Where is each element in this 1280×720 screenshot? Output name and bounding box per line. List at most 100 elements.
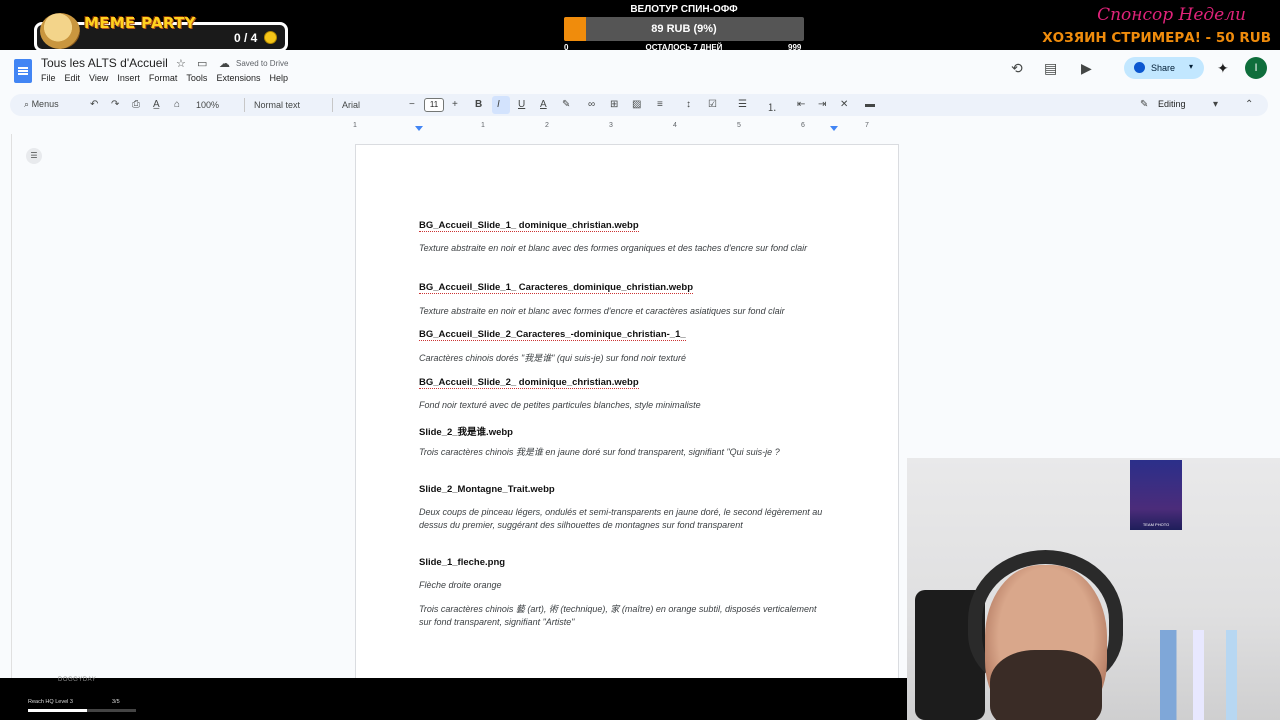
velotour-progress-text: 89 RUB (9%) bbox=[651, 23, 717, 35]
comments-icon[interactable]: ▤ bbox=[1044, 60, 1057, 77]
font-size-input[interactable]: 11 bbox=[424, 98, 444, 112]
underline-icon[interactable]: U bbox=[518, 99, 525, 110]
pencil-icon: ✎ bbox=[1140, 99, 1149, 110]
doc-description[interactable]: Caractères chinois dorés "我是谁" (qui suis… bbox=[419, 352, 829, 365]
line-spacing-icon[interactable]: ↕ bbox=[686, 99, 691, 110]
menu-help[interactable]: Help bbox=[269, 73, 288, 83]
share-label: Share bbox=[1151, 63, 1176, 73]
bottom-level: Reach HQ Level 3 bbox=[28, 699, 73, 705]
decrease-font-icon[interactable]: − bbox=[409, 99, 415, 110]
bulleted-list-icon[interactable]: ☰ bbox=[738, 99, 747, 110]
search-icon: ⌕ bbox=[24, 99, 30, 109]
sponsor-owner: ХОЗЯИН СТРИМЕРА! - 50 RUB bbox=[1042, 30, 1271, 46]
hide-menus-icon[interactable]: ⌃ bbox=[1245, 99, 1253, 110]
menu-tools[interactable]: Tools bbox=[186, 73, 207, 83]
poster-text: TEAM PHOTO bbox=[1142, 522, 1170, 527]
ruler-label: 6 bbox=[801, 122, 805, 129]
bottom-count: 3/5 bbox=[112, 699, 120, 705]
insert-image-icon[interactable]: ▨ bbox=[632, 99, 641, 110]
menu-extensions[interactable]: Extensions bbox=[216, 73, 260, 83]
redo-icon[interactable]: ↷ bbox=[111, 99, 119, 110]
ruler-label: 1 bbox=[481, 122, 485, 129]
document-title[interactable]: Tous les ALTS d'Accueil bbox=[41, 56, 168, 70]
gemini-icon[interactable]: ✦ bbox=[1217, 60, 1229, 77]
numbered-list-icon[interactable]: ⒈ bbox=[767, 99, 777, 114]
doc-description[interactable]: Trois caractères chinois 藝 (art), 術 (tec… bbox=[419, 603, 829, 629]
doc-heading-text: BG_Accueil_Slide_2_ dominique_christian.… bbox=[419, 377, 639, 389]
spellcheck-icon[interactable]: A̲ bbox=[153, 99, 160, 110]
checklist-icon[interactable]: ☑ bbox=[708, 99, 717, 110]
share-caret-icon[interactable]: ▾ bbox=[1189, 62, 1193, 71]
undo-icon[interactable]: ↶ bbox=[90, 99, 98, 110]
ruler-label: 1 bbox=[353, 122, 357, 129]
ruler-label: 7 bbox=[865, 122, 869, 129]
menu-insert[interactable]: Insert bbox=[117, 73, 140, 83]
highlight-icon[interactable]: ✎ bbox=[562, 99, 570, 110]
doc-description[interactable]: Texture abstraite en noir et blanc avec … bbox=[419, 242, 829, 255]
chevron-down-icon[interactable]: ▾ bbox=[1213, 99, 1218, 110]
text-color-icon[interactable]: A bbox=[540, 99, 547, 110]
menu-file[interactable]: File bbox=[41, 73, 56, 83]
version-history-icon[interactable]: ⟲ bbox=[1011, 60, 1023, 77]
search-menus-label: Menus bbox=[31, 99, 59, 109]
doc-description[interactable]: Trois caractères chinois 我是谁 en jaune do… bbox=[419, 446, 829, 459]
meme-party-count: 0 / 4 bbox=[234, 31, 258, 45]
doc-heading[interactable]: BG_Accueil_Slide_2_Caracteres_-dominique… bbox=[419, 329, 686, 341]
align-icon[interactable]: ≡ bbox=[657, 99, 663, 110]
menu-edit[interactable]: Edit bbox=[65, 73, 81, 83]
star-icon[interactable]: ☆ bbox=[176, 57, 186, 70]
velotour-title: ВЕЛОТУР СПИН-ОФФ bbox=[630, 4, 738, 15]
decrease-indent-icon[interactable]: ⇤ bbox=[797, 99, 805, 110]
ruler-label: 3 bbox=[609, 122, 613, 129]
add-comment-icon[interactable]: ⊞ bbox=[610, 99, 618, 110]
bold-icon[interactable]: B bbox=[475, 99, 482, 110]
doc-heading[interactable]: Slide_1_fleche.png bbox=[419, 557, 505, 568]
toolbar-divider bbox=[244, 98, 245, 112]
paint-format-icon[interactable]: ⌂ bbox=[174, 99, 180, 110]
move-folder-icon[interactable]: ▭ bbox=[197, 57, 207, 70]
style-select[interactable]: Normal text bbox=[254, 100, 300, 110]
doc-heading[interactable]: Slide_2_Montagne_Trait.webp bbox=[419, 484, 555, 495]
print-icon[interactable]: ⎙ bbox=[132, 99, 140, 110]
menu-view[interactable]: View bbox=[89, 73, 108, 83]
meet-icon[interactable]: ▶ bbox=[1081, 60, 1092, 77]
doc-description[interactable]: Fond noir texturé avec de petites partic… bbox=[419, 399, 829, 412]
zoom-select[interactable]: 100% bbox=[196, 100, 219, 110]
doc-description[interactable]: Texture abstraite en noir et blanc avec … bbox=[419, 305, 829, 318]
doc-heading[interactable]: BG_Accueil_Slide_1_ Caracteres_dominique… bbox=[419, 282, 694, 294]
sponsor-title: Спонсор Недели bbox=[1097, 5, 1246, 25]
doc-heading[interactable]: Slide_2_我是谁.webp bbox=[419, 424, 513, 438]
doc-heading-text: Slide_2_Montagne_Trait.webp bbox=[419, 484, 555, 495]
bottom-progress-track bbox=[28, 709, 136, 712]
left-indent-marker[interactable] bbox=[415, 126, 423, 131]
doc-heading-text: BG_Accueil_Slide_1_ Caracteres_dominique… bbox=[419, 282, 694, 294]
input-tools-icon[interactable]: ▬ bbox=[865, 99, 875, 110]
ruler-label: 4 bbox=[673, 122, 677, 129]
increase-indent-icon[interactable]: ⇥ bbox=[818, 99, 826, 110]
italic-active-highlight bbox=[492, 96, 510, 114]
doc-heading-text: BG_Accueil_Slide_1_ dominique_christian.… bbox=[419, 220, 639, 232]
menu-format[interactable]: Format bbox=[149, 73, 178, 83]
avatar[interactable]: I bbox=[1245, 57, 1267, 79]
link-icon[interactable]: ∞ bbox=[588, 99, 595, 110]
right-indent-marker[interactable] bbox=[830, 126, 838, 131]
globe-icon bbox=[1134, 62, 1145, 73]
editing-mode-select[interactable]: Editing bbox=[1158, 99, 1186, 109]
search-menus[interactable]: ⌕ Menus bbox=[24, 99, 59, 110]
italic-icon[interactable]: I bbox=[497, 99, 500, 110]
doc-description[interactable]: Deux coups de pinceau légers, ondulés et… bbox=[419, 506, 829, 532]
doc-heading-text: Slide_2_我是谁.webp bbox=[419, 427, 513, 438]
docs-logo-icon[interactable] bbox=[14, 59, 32, 83]
ruler-area bbox=[0, 118, 1280, 133]
saved-status: Saved to Drive bbox=[236, 59, 289, 68]
clear-formatting-icon[interactable]: ✕ bbox=[840, 99, 848, 110]
cloud-saved-icon[interactable]: ☁ bbox=[219, 57, 230, 70]
doc-heading[interactable]: BG_Accueil_Slide_1_ dominique_christian.… bbox=[419, 220, 639, 232]
increase-font-icon[interactable]: + bbox=[452, 99, 458, 110]
doc-heading[interactable]: BG_Accueil_Slide_2_ dominique_christian.… bbox=[419, 377, 639, 389]
doc-description[interactable]: Flèche droite orange bbox=[419, 579, 829, 592]
meme-party-title: MEME PARTY bbox=[84, 14, 196, 32]
vertical-ruler bbox=[0, 134, 12, 678]
document-outline-icon[interactable]: ☰ bbox=[26, 148, 42, 164]
font-select[interactable]: Arial bbox=[342, 100, 360, 110]
